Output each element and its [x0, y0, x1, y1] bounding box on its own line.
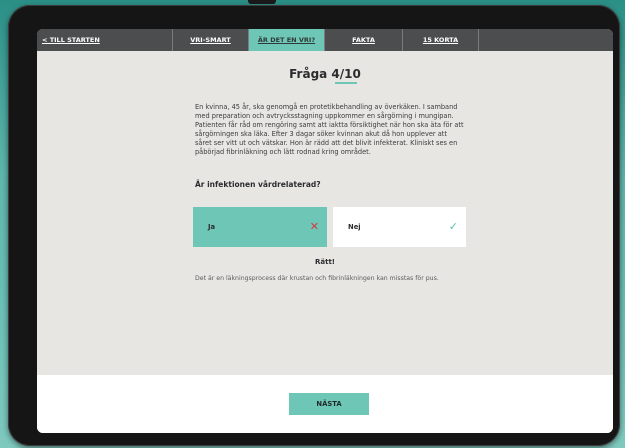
app-screen: < TILL STARTEN VRI-SMART ÄR DET EN VRI? … [37, 29, 613, 433]
title-underline [335, 82, 357, 84]
back-to-start-link[interactable]: < TILL STARTEN [37, 29, 173, 51]
explanation-text: Det är en läkningsprocess där krustan oc… [195, 275, 439, 282]
tablet-frame: < TILL STARTEN VRI-SMART ÄR DET EN VRI? … [8, 5, 620, 446]
cross-icon: ✕ [309, 220, 319, 233]
question-text: En kvinna, 45 år, ska genomgå en proteti… [195, 103, 464, 156]
tab-fakta[interactable]: FAKTA [325, 29, 403, 51]
tab-15-korta[interactable]: 15 KORTA [403, 29, 479, 51]
answer-option-nej[interactable]: Nej ✓ [333, 207, 466, 247]
top-navigation: < TILL STARTEN VRI-SMART ÄR DET EN VRI? … [37, 29, 613, 51]
result-text: Rätt! [315, 258, 335, 266]
tab-vri-smart[interactable]: VRI-SMART [173, 29, 249, 51]
question-counter-title: Fråga 4/10 [289, 67, 361, 81]
tablet-camera [248, 0, 276, 4]
next-button[interactable]: NÄSTA [289, 393, 369, 415]
answer-label: Nej [348, 223, 361, 231]
footer-bar: NÄSTA [37, 375, 613, 433]
sub-question: Är infektionen vårdrelaterad? [195, 180, 321, 189]
tab-ar-det-en-vri[interactable]: ÄR DET EN VRI? [249, 29, 325, 51]
answer-label: Ja [208, 223, 216, 231]
answer-option-ja[interactable]: Ja ✕ [193, 207, 327, 247]
check-icon: ✓ [448, 220, 458, 233]
